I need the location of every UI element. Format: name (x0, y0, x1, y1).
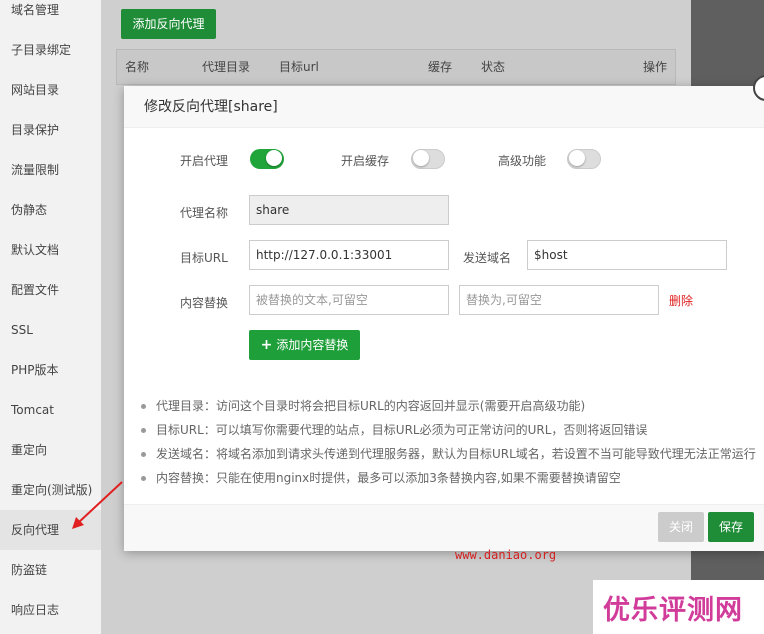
replace-from-input[interactable] (249, 285, 449, 315)
close-button[interactable]: 关闭 (658, 512, 704, 542)
watermark-url: www.daniao.org (455, 548, 557, 562)
sidebar-item-directory-protection[interactable]: 目录保护 (0, 110, 101, 150)
column-header-proxy-dir: 代理目录 (202, 60, 251, 74)
save-button[interactable]: 保存 (708, 512, 754, 542)
bullet-icon (141, 476, 146, 481)
edit-proxy-dialog: 修改反向代理[share] 开启代理 开启缓存 高级功能 代理名称 share … (124, 75, 764, 551)
column-header-cache: 缓存 (428, 60, 453, 74)
proxy-name-field[interactable]: share (249, 195, 449, 225)
sidebar-item-reverse-proxy[interactable]: 反向代理 (0, 510, 101, 550)
bullet-icon (141, 428, 146, 433)
column-header-name: 名称 (125, 60, 150, 74)
dialog-footer: 关闭 保存 (124, 504, 764, 551)
help-note: 发送域名：将域名添加到请求头传递到代理服务器，默认为目标URL域名，若设置不当可… (138, 442, 758, 466)
enable-proxy-toggle[interactable] (250, 149, 284, 169)
delete-replace-link[interactable]: 删除 (669, 292, 693, 309)
bullet-icon (141, 404, 146, 409)
sidebar-item-hotlink-protection[interactable]: 防盗链 (0, 550, 101, 590)
proxy-table-header: 名称 代理目录 目标url 缓存 状态 操作 (116, 49, 676, 85)
target-url-label: 目标URL (180, 251, 228, 265)
sidebar-item-subdirectory-binding[interactable]: 子目录绑定 (0, 30, 101, 70)
send-domain-label: 发送域名 (463, 251, 512, 265)
sidebar: 域名管理 子目录绑定 网站目录 目录保护 流量限制 伪静态 默认文档 配置文件 … (0, 0, 101, 634)
sidebar-item-pseudo-static[interactable]: 伪静态 (0, 190, 101, 230)
proxy-name-label: 代理名称 (180, 206, 229, 220)
enable-proxy-label: 开启代理 (180, 154, 229, 168)
toggle-knob (569, 150, 585, 166)
column-header-actions: 操作 (643, 60, 668, 74)
sidebar-item-ssl[interactable]: SSL (0, 310, 101, 350)
sidebar-item-response-log[interactable]: 响应日志 (0, 590, 101, 630)
dialog-title: 修改反向代理[share] (144, 99, 278, 115)
sidebar-item-redirect-beta[interactable]: 重定向(测试版) (0, 470, 101, 510)
toggle-knob (413, 150, 429, 166)
enable-cache-toggle[interactable] (411, 149, 445, 169)
brand-watermark-text: 优乐评测网 (603, 595, 743, 626)
column-header-target-url: 目标url (279, 60, 319, 74)
sidebar-item-tomcat[interactable]: Tomcat (0, 390, 101, 430)
add-reverse-proxy-button[interactable]: 添加反向代理 (121, 9, 216, 39)
enable-cache-label: 开启缓存 (341, 154, 390, 168)
sidebar-item-site-directory[interactable]: 网站目录 (0, 70, 101, 110)
sidebar-item-php-version[interactable]: PHP版本 (0, 350, 101, 390)
advanced-features-label: 高级功能 (498, 154, 547, 168)
help-note: 代理目录：访问这个目录时将会把目标URL的内容返回并显示(需要开启高级功能) (138, 394, 758, 418)
help-note: 目标URL：可以填写你需要代理的站点，目标URL必须为可正常访问的URL，否则将… (138, 418, 758, 442)
note-text: 目标URL：可以填写你需要代理的站点，目标URL必须为可正常访问的URL，否则将… (156, 423, 648, 437)
sidebar-item-traffic-limit[interactable]: 流量限制 (0, 150, 101, 190)
advanced-features-toggle[interactable] (567, 149, 601, 169)
plus-icon: + (260, 337, 273, 353)
content-replace-label: 内容替换 (180, 296, 229, 310)
sidebar-item-domain-management[interactable]: 域名管理 (0, 0, 101, 30)
sidebar-item-config-file[interactable]: 配置文件 (0, 270, 101, 310)
send-domain-input[interactable] (527, 240, 727, 270)
note-text: 代理目录：访问这个目录时将会把目标URL的内容返回并显示(需要开启高级功能) (156, 399, 586, 413)
help-notes: 代理目录：访问这个目录时将会把目标URL的内容返回并显示(需要开启高级功能) 目… (138, 394, 758, 490)
target-url-input[interactable] (249, 240, 449, 270)
dialog-header: 修改反向代理[share] (124, 86, 764, 128)
help-note: 内容替换：只能在使用nginx时提供，最多可以添加3条替换内容,如果不需要替换请… (138, 466, 758, 490)
note-text: 内容替换：只能在使用nginx时提供，最多可以添加3条替换内容,如果不需要替换请… (156, 471, 621, 485)
sidebar-item-default-document[interactable]: 默认文档 (0, 230, 101, 270)
add-content-replace-label: 添加内容替换 (276, 338, 349, 352)
add-content-replace-button[interactable]: + 添加内容替换 (249, 330, 360, 360)
column-header-status: 状态 (481, 60, 506, 74)
note-text: 发送域名：将域名添加到请求头传递到代理服务器，默认为目标URL域名，若设置不当可… (156, 447, 756, 461)
sidebar-item-redirect[interactable]: 重定向 (0, 430, 101, 470)
toggle-knob (266, 150, 282, 166)
replace-to-input[interactable] (459, 285, 659, 315)
brand-watermark: 优乐评测网 (593, 580, 764, 634)
bullet-icon (141, 452, 146, 457)
